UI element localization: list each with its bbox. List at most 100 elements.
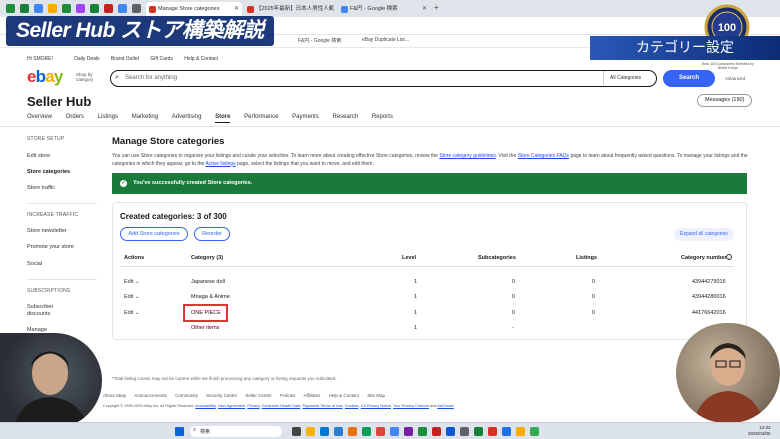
expand-all-button[interactable]: Expand all categories — [674, 228, 734, 241]
bookmark-google-search[interactable]: F&円 - Google 検索 — [298, 37, 341, 44]
app-icon[interactable] — [320, 427, 329, 436]
add-store-categories-button[interactable]: Add Store categories — [120, 227, 188, 241]
app-icon[interactable] — [460, 427, 469, 436]
footer-link[interactable]: Affiliates — [303, 393, 320, 398]
messages-button[interactable]: Messages (190) — [697, 94, 753, 107]
sidebar-item-promote-store[interactable]: Promote your store — [27, 244, 74, 250]
footer-links: About eBay Announcements Community Secur… — [103, 393, 392, 398]
nav-orders[interactable]: Orders — [66, 114, 84, 120]
legal-link[interactable]: User Agreement — [218, 404, 245, 408]
footer-link[interactable]: Policies — [280, 393, 296, 398]
app-icon[interactable] — [104, 4, 113, 13]
nav-performance[interactable]: Performance — [244, 114, 278, 120]
bookmark-ebay-duplicate[interactable]: eBay Duplicate List... — [362, 37, 409, 43]
gift-cards-link[interactable]: Gift Cards — [150, 56, 173, 62]
legal-link[interactable]: Your Privacy Choices — [393, 404, 429, 408]
edit-button[interactable]: Edit ⌄ — [124, 294, 140, 300]
app-icon[interactable] — [348, 427, 357, 436]
nav-research[interactable]: Research — [333, 114, 359, 120]
tab-google-search[interactable]: F&円 - Google 検索 ✕ — [338, 2, 430, 17]
app-icon[interactable] — [488, 427, 497, 436]
info-icon[interactable]: i — [726, 254, 732, 260]
app-icon[interactable] — [34, 4, 43, 13]
footer-link[interactable]: Seller Center — [245, 393, 271, 398]
edit-button[interactable]: Edit ⌄ — [124, 279, 140, 285]
footer-link[interactable]: Site Map — [367, 393, 385, 398]
app-icon[interactable] — [292, 427, 301, 436]
app-icon[interactable] — [118, 4, 127, 13]
sidebar-item-social[interactable]: Social — [27, 261, 42, 267]
app-icon[interactable] — [418, 427, 427, 436]
app-icon[interactable] — [48, 4, 57, 13]
search-bar[interactable]: ⌕ Search for anything All Categories — [110, 70, 657, 87]
nav-listings[interactable]: Listings — [98, 114, 118, 120]
app-icon[interactable] — [62, 4, 71, 13]
legal-link[interactable]: CA Privacy Notice — [361, 404, 391, 408]
close-icon[interactable]: ✕ — [234, 2, 239, 17]
nav-marketing[interactable]: Marketing — [132, 114, 158, 120]
app-icon[interactable] — [334, 427, 343, 436]
footer-link[interactable]: Security Center — [206, 393, 237, 398]
nav-reports[interactable]: Reports — [372, 114, 393, 120]
active-listings-link[interactable]: Active listings — [205, 161, 235, 167]
legal-link[interactable]: AdChoice — [437, 404, 453, 408]
legal-link[interactable]: Payments Terms of Use — [302, 404, 342, 408]
windows-start-icon[interactable] — [175, 427, 184, 436]
app-icon[interactable] — [132, 4, 141, 13]
new-tab-icon[interactable]: + — [434, 3, 439, 12]
nav-advertising[interactable]: Advertising — [172, 114, 202, 120]
close-icon[interactable]: ✕ — [328, 2, 333, 17]
col-header-category[interactable]: Category (3) — [191, 255, 223, 261]
taskbar-search[interactable]: ⌕ 検索 — [190, 426, 282, 437]
footer-link[interactable]: Help & Contact — [329, 393, 359, 398]
sidebar-item-edit-store[interactable]: Edit store — [27, 153, 50, 159]
advanced-search-link[interactable]: Advanced — [725, 76, 745, 81]
legal-link[interactable]: Cookies — [345, 404, 359, 408]
app-icon[interactable] — [446, 427, 455, 436]
app-icon[interactable] — [306, 427, 315, 436]
nav-store[interactable]: Store — [215, 114, 231, 123]
app-icon[interactable] — [516, 427, 525, 436]
legal-link[interactable]: Consumer Health Data — [262, 404, 301, 408]
tab-manage-store-categories[interactable]: Manage Store categories ✕ — [146, 2, 242, 17]
search-button[interactable]: Search — [663, 70, 715, 87]
app-icon[interactable] — [474, 427, 483, 436]
store-categories-faqs-link[interactable]: Store Categories FAQs — [518, 153, 569, 159]
nav-overview[interactable]: Overview — [27, 114, 52, 120]
sidebar-item-store-traffic[interactable]: Store traffic — [27, 185, 55, 191]
system-clock[interactable]: 12:32 2025/04/06 — [748, 425, 771, 437]
tab-search-result[interactable]: 【2025年最新】日本人男性人気 ✕ — [244, 2, 336, 17]
edit-button[interactable]: Edit ⌄ — [124, 310, 140, 316]
brand-outlet-link[interactable]: Brand Outlet — [111, 56, 139, 62]
nav-payments[interactable]: Payments — [292, 114, 319, 120]
shop-by-category[interactable]: Shop by category — [76, 72, 104, 82]
app-icon[interactable] — [90, 4, 99, 13]
sidebar-item-store-newsletter[interactable]: Store newsletter — [27, 228, 67, 234]
app-icon[interactable] — [404, 427, 413, 436]
category-select[interactable]: All Categories — [603, 71, 657, 85]
close-icon[interactable]: ✕ — [422, 2, 427, 17]
legal-link[interactable]: Privacy — [247, 404, 259, 408]
app-icon[interactable] — [6, 4, 15, 13]
app-icon[interactable] — [432, 427, 441, 436]
help-contact-link[interactable]: Help & Contact — [184, 56, 218, 62]
app-icon[interactable] — [20, 4, 29, 13]
greeting-link[interactable]: Hi SMORE! — [27, 56, 53, 62]
footer-link[interactable]: Community — [175, 393, 198, 398]
legal-link[interactable]: Accessibility — [195, 404, 215, 408]
app-icon[interactable] — [502, 427, 511, 436]
app-icon[interactable] — [76, 4, 85, 13]
app-icon[interactable] — [530, 427, 539, 436]
sidebar-item-subscriber-discounts[interactable]: Subscriber discounts — [27, 304, 67, 318]
sidebar-item-store-categories[interactable]: Store categories — [27, 169, 70, 175]
app-icon[interactable] — [376, 427, 385, 436]
store-category-guidelines-link[interactable]: Store category guidelines — [439, 153, 495, 159]
app-icon[interactable] — [362, 427, 371, 436]
footer-link[interactable]: About eBay — [103, 393, 126, 398]
daily-deals-link[interactable]: Daily Deals — [74, 56, 99, 62]
ebay-logo[interactable]: ebay — [27, 67, 63, 87]
reorder-button[interactable]: Reorder — [194, 227, 230, 241]
search-input[interactable]: Search for anything — [125, 75, 177, 81]
footer-link[interactable]: Announcements — [134, 393, 167, 398]
app-icon[interactable] — [390, 427, 399, 436]
